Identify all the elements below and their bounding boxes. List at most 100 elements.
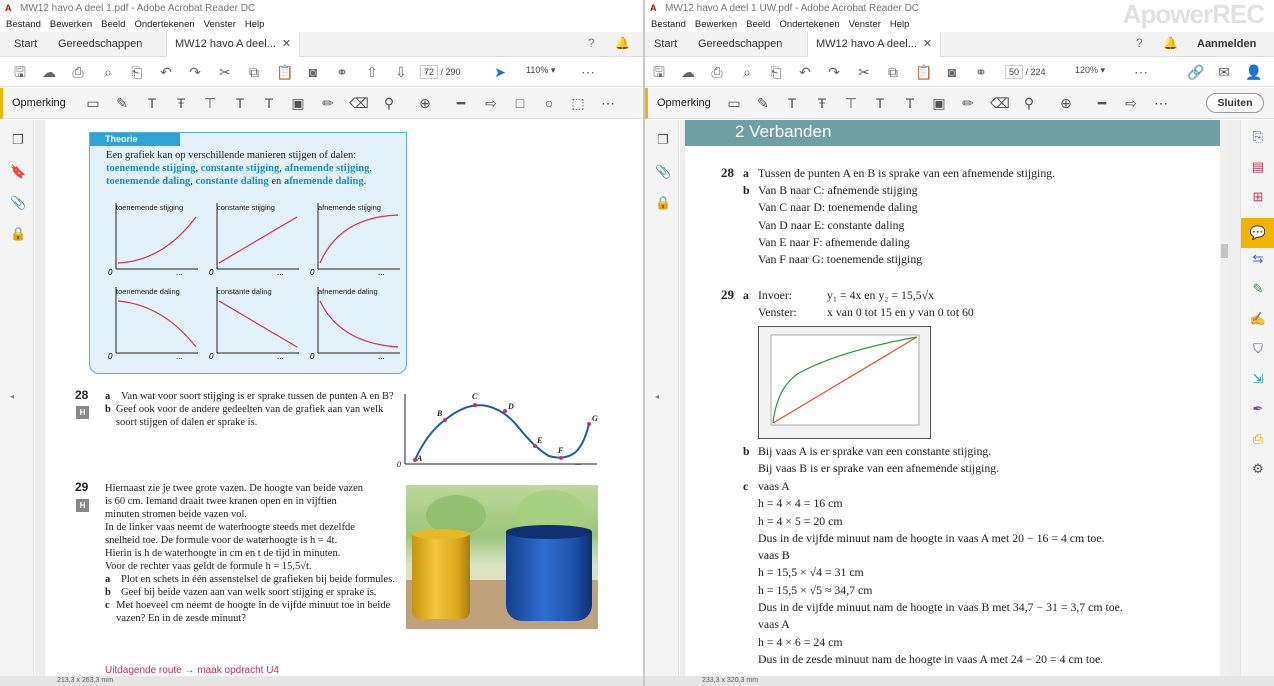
find-icon[interactable]: ⚭	[334, 64, 350, 80]
challenge-route-link[interactable]: Uitdagende route → maak opdracht U4	[105, 664, 279, 676]
combine-icon[interactable]: ⇆	[1249, 250, 1267, 268]
upload-icon[interactable]: ☁	[680, 64, 696, 80]
paperclip-icon[interactable]: 📎	[655, 164, 671, 180]
sign-in-button[interactable]: Aanmelden	[1197, 32, 1256, 57]
request-signature-icon[interactable]: ✒	[1249, 400, 1267, 418]
menu-beeld[interactable]: Beeld	[101, 17, 125, 32]
menu-ondertekenen[interactable]: Ondertekenen	[779, 17, 839, 32]
vertical-scrollbar[interactable]	[1220, 120, 1229, 676]
undo-icon[interactable]: ↶	[158, 64, 174, 80]
snapshot-icon[interactable]: ◙	[944, 64, 960, 80]
tab-start[interactable]: Start	[654, 32, 677, 57]
arrow-icon[interactable]: ⇨	[1123, 95, 1139, 111]
bell-icon[interactable]: 🔔	[1163, 36, 1178, 50]
help-icon[interactable]: ?	[588, 36, 595, 50]
bookmark-icon[interactable]: 🔖	[10, 164, 26, 180]
pencil-icon[interactable]: ✏	[960, 95, 976, 111]
polygon-icon[interactable]: ⬚	[570, 95, 586, 111]
scrollbar-thumb[interactable]	[1221, 244, 1228, 258]
find-icon[interactable]: ⚭	[973, 64, 989, 80]
menu-help[interactable]: Help	[890, 17, 910, 32]
protect-icon[interactable]: ⛉	[1249, 340, 1267, 358]
print-icon[interactable]: ⎙	[709, 64, 725, 80]
bell-icon[interactable]: 🔔	[615, 36, 630, 50]
more-icon[interactable]: ⋯	[580, 64, 596, 80]
mail-icon[interactable]: ✉	[1216, 64, 1232, 80]
help-icon[interactable]: ?	[1136, 36, 1143, 50]
comment-tool-icon[interactable]: 💬	[1241, 218, 1274, 248]
menu-bewerken[interactable]: Bewerken	[695, 17, 737, 32]
close-button[interactable]: Sluiten	[1206, 93, 1264, 113]
replace-text-icon[interactable]: ⊤	[202, 95, 218, 111]
menu-bestand[interactable]: Bestand	[6, 17, 41, 32]
fill-sign-icon[interactable]: ✍	[1249, 310, 1267, 328]
add-text-icon[interactable]: T	[902, 95, 918, 111]
line-icon[interactable]: ━	[1094, 95, 1110, 111]
sticky-note-icon[interactable]: ▭	[726, 95, 742, 111]
tab-tools[interactable]: Gereedschappen	[58, 32, 142, 57]
sticky-note-icon[interactable]: ▭	[85, 95, 101, 111]
insert-text-icon[interactable]: T	[872, 95, 888, 111]
menu-venster[interactable]: Venster	[849, 17, 881, 32]
eraser-icon[interactable]: ⌫	[990, 95, 1010, 111]
redo-icon[interactable]: ↷	[187, 64, 203, 80]
compress-icon[interactable]: ⇲	[1249, 370, 1267, 388]
strikethrough-icon[interactable]: Ŧ	[814, 95, 830, 111]
clipboard-icon[interactable]: 📋	[276, 64, 293, 80]
page-up-icon[interactable]: ⇧	[364, 64, 380, 80]
highlight-icon[interactable]: ✎	[755, 95, 771, 111]
cut-icon[interactable]: ✂	[856, 64, 872, 80]
undo-icon[interactable]: ↶	[797, 64, 813, 80]
collapse-arrow-icon[interactable]: ◂	[4, 392, 20, 408]
more-icon[interactable]: ⋯	[600, 95, 616, 111]
organize-pages-icon[interactable]: ▤	[1249, 158, 1267, 176]
copy-icon[interactable]: ⧉	[885, 64, 901, 80]
search-icon[interactable]: ⌕	[100, 64, 116, 80]
zoom-select[interactable]: 110% ▾	[526, 65, 555, 76]
close-icon[interactable]: ✕	[923, 38, 932, 50]
user-icon[interactable]: 👤	[1245, 64, 1262, 80]
stamp-icon[interactable]: ⚲	[381, 95, 397, 111]
more-tools-icon[interactable]: ⚙	[1249, 460, 1267, 478]
stamp-icon[interactable]: ⚲	[1021, 95, 1037, 111]
menu-venster[interactable]: Venster	[204, 17, 236, 32]
menu-bewerken[interactable]: Bewerken	[50, 17, 92, 32]
underline-text-icon[interactable]: T	[144, 95, 160, 111]
textbox-icon[interactable]: ▣	[931, 95, 947, 111]
page-number-input[interactable]: 72	[420, 65, 439, 79]
paperclip-icon[interactable]: 📎	[10, 195, 26, 211]
menu-bestand[interactable]: Bestand	[651, 17, 686, 32]
snapshot-icon[interactable]: ◙	[305, 64, 321, 80]
edit-pdf-icon[interactable]: ✎	[1249, 280, 1267, 298]
insert-text-icon[interactable]: T	[232, 95, 248, 111]
create-pdf-icon[interactable]: ⊞	[1249, 188, 1267, 206]
page-down-icon[interactable]: ⇩	[393, 64, 409, 80]
send-for-comments-icon[interactable]: ⎙	[1249, 430, 1267, 448]
highlight-icon[interactable]: ✎	[114, 95, 130, 111]
replace-text-icon[interactable]: ⊤	[843, 95, 859, 111]
export-pdf-icon[interactable]: ⎘	[1249, 128, 1267, 146]
upload-icon[interactable]: ☁	[41, 64, 57, 80]
attach-icon[interactable]: ⊕	[1058, 95, 1074, 111]
more-icon[interactable]: ⋯	[1133, 64, 1149, 80]
attach-icon[interactable]: ⊕	[417, 95, 433, 111]
menu-help[interactable]: Help	[245, 17, 265, 32]
select-cursor-icon[interactable]: ➤	[492, 64, 508, 80]
page-number-input[interactable]: 50	[1005, 65, 1024, 79]
redo-icon[interactable]: ↷	[826, 64, 842, 80]
save-icon[interactable]: 🖫	[12, 64, 28, 80]
eraser-icon[interactable]: ⌫	[349, 95, 369, 111]
oval-icon[interactable]: ○	[541, 95, 557, 111]
collapse-arrow-icon[interactable]: ◂	[649, 392, 665, 408]
tab-start[interactable]: Start	[14, 32, 37, 57]
pages-icon[interactable]: ❐	[10, 132, 26, 148]
save-icon[interactable]: 🖫	[651, 64, 667, 80]
tab-document[interactable]: MW12 havo A deel... ✕	[166, 32, 301, 57]
clipboard-icon[interactable]: 📋	[915, 64, 932, 80]
add-text-icon[interactable]: T	[261, 95, 277, 111]
textbox-icon[interactable]: ▣	[290, 95, 306, 111]
copy-icon[interactable]: ⧉	[246, 64, 262, 80]
tab-document[interactable]: MW12 havo A deel... ✕	[807, 32, 942, 57]
print-icon[interactable]: ⎙	[70, 64, 86, 80]
share-icon[interactable]: ⎗	[129, 64, 145, 80]
